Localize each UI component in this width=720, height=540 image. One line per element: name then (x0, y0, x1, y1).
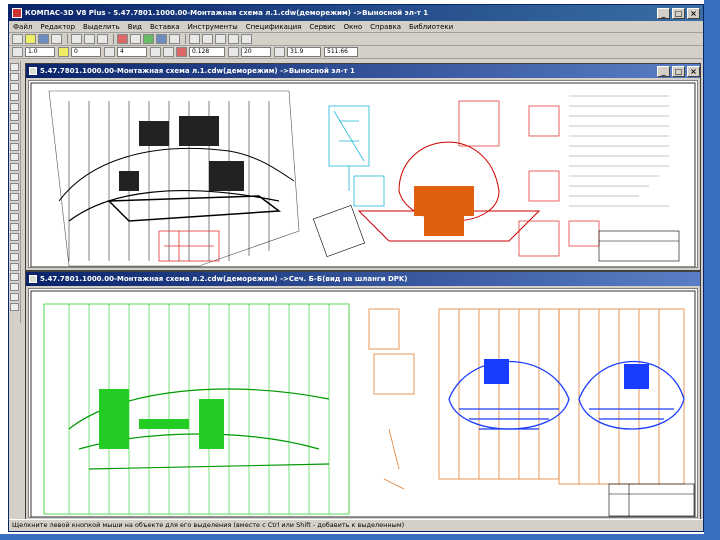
tool-17-icon[interactable] (10, 223, 19, 231)
menu-file[interactable]: Файл (13, 23, 32, 31)
tool-15-icon[interactable] (10, 203, 19, 211)
zoom-window-icon[interactable] (215, 34, 226, 44)
tool-12-icon[interactable] (10, 173, 19, 181)
grid-icon[interactable] (104, 47, 115, 57)
designations-icon[interactable] (10, 83, 19, 91)
tool-23-icon[interactable] (10, 283, 19, 291)
coord-x-field[interactable]: 31.9 (287, 47, 321, 57)
title-bar: КОМПАС-3D V8 Plus - 5.47.7801.1000.00-Мо… (9, 5, 703, 21)
doc1-minimize-button[interactable]: _ (657, 65, 670, 77)
app-icon (12, 8, 22, 18)
menu-view[interactable]: Вид (128, 23, 142, 31)
tool-20-icon[interactable] (10, 253, 19, 261)
zoom-out-icon[interactable] (202, 34, 213, 44)
parametrization-icon[interactable] (10, 103, 19, 111)
drawing-sheet-2 (30, 290, 696, 517)
cursor-icon[interactable] (274, 47, 285, 57)
tool-11-icon[interactable] (10, 163, 19, 171)
menu-editor[interactable]: Редактор (40, 23, 75, 31)
pan-icon[interactable] (228, 34, 239, 44)
status-bar: Щелкните левой кнопкой мыши на объекте д… (9, 519, 703, 531)
document-2-title-bar: 5.47.7801.1000.00-Монтажная схема л.2.cd… (26, 272, 700, 286)
menu-bar: Файл Редактор Выделить Вид Вставка Инстр… (9, 21, 703, 33)
slide-border-right (704, 0, 720, 540)
standard-toolbar (9, 33, 703, 46)
style-icon[interactable] (12, 47, 23, 57)
manager-icon[interactable] (143, 34, 154, 44)
menu-window[interactable]: Окно (344, 23, 363, 31)
document-1-title-bar: 5.47.7801.1000.00-Монтажная схема л.1.cd… (26, 64, 700, 78)
menu-libraries[interactable]: Библиотеки (409, 23, 453, 31)
zoom-in-icon[interactable] (189, 34, 200, 44)
menu-tools[interactable]: Инструменты (188, 23, 238, 31)
geometry-icon[interactable] (10, 63, 19, 71)
tool-19-icon[interactable] (10, 243, 19, 251)
cut-icon[interactable] (71, 34, 82, 44)
document-icon (29, 67, 37, 75)
document-2-title: 5.47.7801.1000.00-Монтажная схема л.2.cd… (40, 275, 408, 283)
help-icon[interactable] (169, 34, 180, 44)
current-state-toolbar: 1.0 0 4 0.128 20 31.9 511.66 (9, 46, 703, 59)
ortho-icon[interactable] (163, 47, 174, 57)
menu-insert[interactable]: Вставка (150, 23, 180, 31)
minimize-button[interactable]: _ (657, 7, 670, 19)
menu-select[interactable]: Выделить (83, 23, 120, 31)
tool-14-icon[interactable] (10, 193, 19, 201)
tool-16-icon[interactable] (10, 213, 19, 221)
dimensions-icon[interactable] (10, 73, 19, 81)
tool-18-icon[interactable] (10, 233, 19, 241)
tool-22-icon[interactable] (10, 273, 19, 281)
maximize-button[interactable]: □ (672, 7, 685, 19)
slide-border-bottom (0, 534, 720, 540)
doc1-maximize-button[interactable]: □ (672, 65, 685, 77)
coord-y-field[interactable]: 511.66 (324, 47, 358, 57)
drawing-canvas-1[interactable] (28, 80, 698, 268)
drawing-canvas-2[interactable] (28, 288, 698, 518)
layer-icon[interactable] (58, 47, 69, 57)
save-icon[interactable] (38, 34, 49, 44)
menu-specification[interactable]: Спецификация (246, 23, 302, 31)
lcs-icon[interactable] (176, 47, 187, 57)
style-field[interactable]: 1.0 (25, 47, 55, 57)
print-icon[interactable] (51, 34, 62, 44)
menu-service[interactable]: Сервис (309, 23, 335, 31)
select-icon[interactable] (10, 123, 19, 131)
step-field[interactable]: 4 (117, 47, 147, 57)
edit-icon[interactable] (10, 93, 19, 101)
layer-field[interactable]: 0 (71, 47, 101, 57)
tool-10-icon[interactable] (10, 153, 19, 161)
document-1-title: 5.47.7801.1000.00-Монтажная схема л.1.cd… (40, 67, 355, 75)
redo-icon[interactable] (130, 34, 141, 44)
refresh-icon[interactable] (241, 34, 252, 44)
drawing-sheet-1 (30, 82, 696, 267)
angle-icon[interactable] (228, 47, 239, 57)
open-icon[interactable] (25, 34, 36, 44)
tool-25-icon[interactable] (10, 303, 19, 311)
document-icon (29, 275, 37, 283)
zoom-field[interactable]: 0.128 (189, 47, 225, 57)
document-window-2[interactable]: 5.47.7801.1000.00-Монтажная схема л.2.cd… (25, 271, 701, 521)
close-button[interactable]: × (687, 7, 700, 19)
menu-help[interactable]: Справка (370, 23, 401, 31)
properties-icon[interactable] (156, 34, 167, 44)
tool-21-icon[interactable] (10, 263, 19, 271)
snap-icon[interactable] (150, 47, 161, 57)
kompas-window: КОМПАС-3D V8 Plus - 5.47.7801.1000.00-Мо… (8, 4, 704, 532)
document-window-1[interactable]: 5.47.7801.1000.00-Монтажная схема л.1.cd… (25, 63, 701, 271)
window-title: КОМПАС-3D V8 Plus - 5.47.7801.1000.00-Мо… (25, 9, 429, 17)
reports-icon[interactable] (10, 143, 19, 151)
undo-icon[interactable] (117, 34, 128, 44)
paste-icon[interactable] (97, 34, 108, 44)
compact-panel (9, 61, 21, 323)
doc1-close-button[interactable]: × (687, 65, 700, 77)
tool-24-icon[interactable] (10, 293, 19, 301)
copy-icon[interactable] (84, 34, 95, 44)
tool-13-icon[interactable] (10, 183, 19, 191)
measure-icon[interactable] (10, 113, 19, 121)
angle-field[interactable]: 20 (241, 47, 271, 57)
new-icon[interactable] (12, 34, 23, 44)
spec-icon[interactable] (10, 133, 19, 141)
